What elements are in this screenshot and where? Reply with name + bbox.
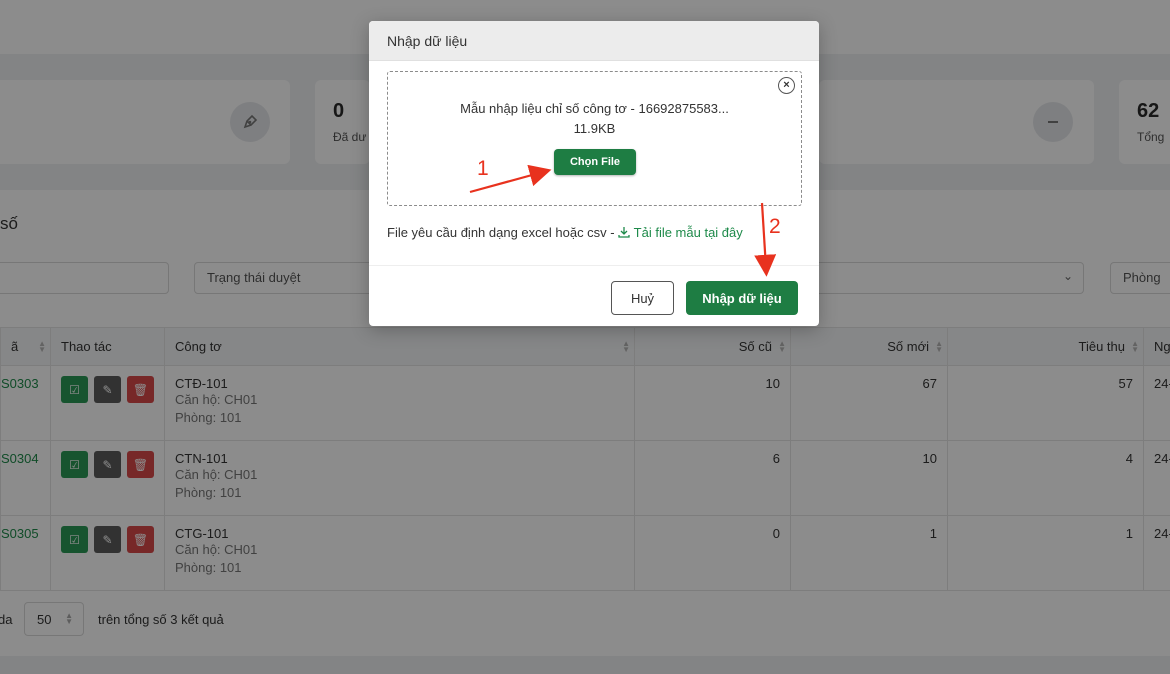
annotation-arrows xyxy=(469,164,777,277)
annotation-step-1: 1 xyxy=(477,157,489,180)
annotation-arrow-2 xyxy=(754,202,777,277)
annotation-step-2: 2 xyxy=(769,215,781,238)
